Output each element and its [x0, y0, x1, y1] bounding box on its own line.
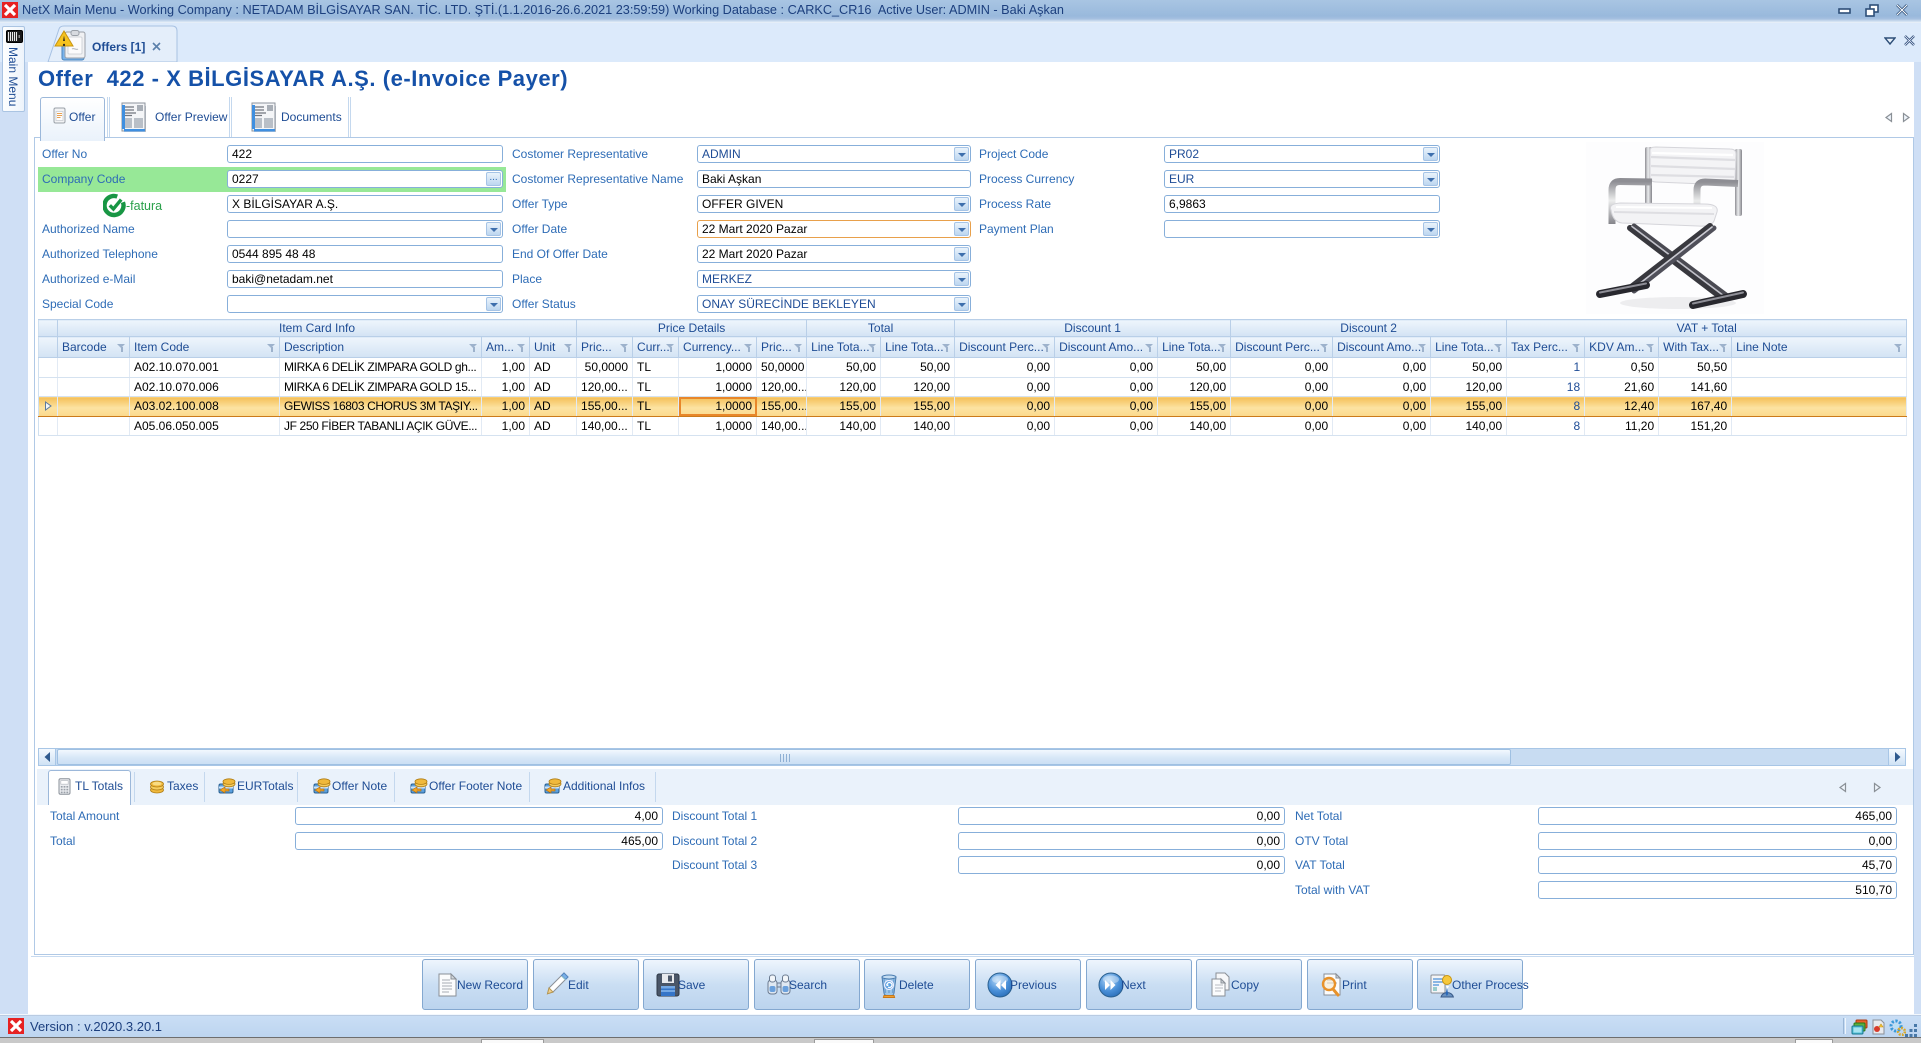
- svg-text:-fatura: -fatura: [126, 199, 162, 213]
